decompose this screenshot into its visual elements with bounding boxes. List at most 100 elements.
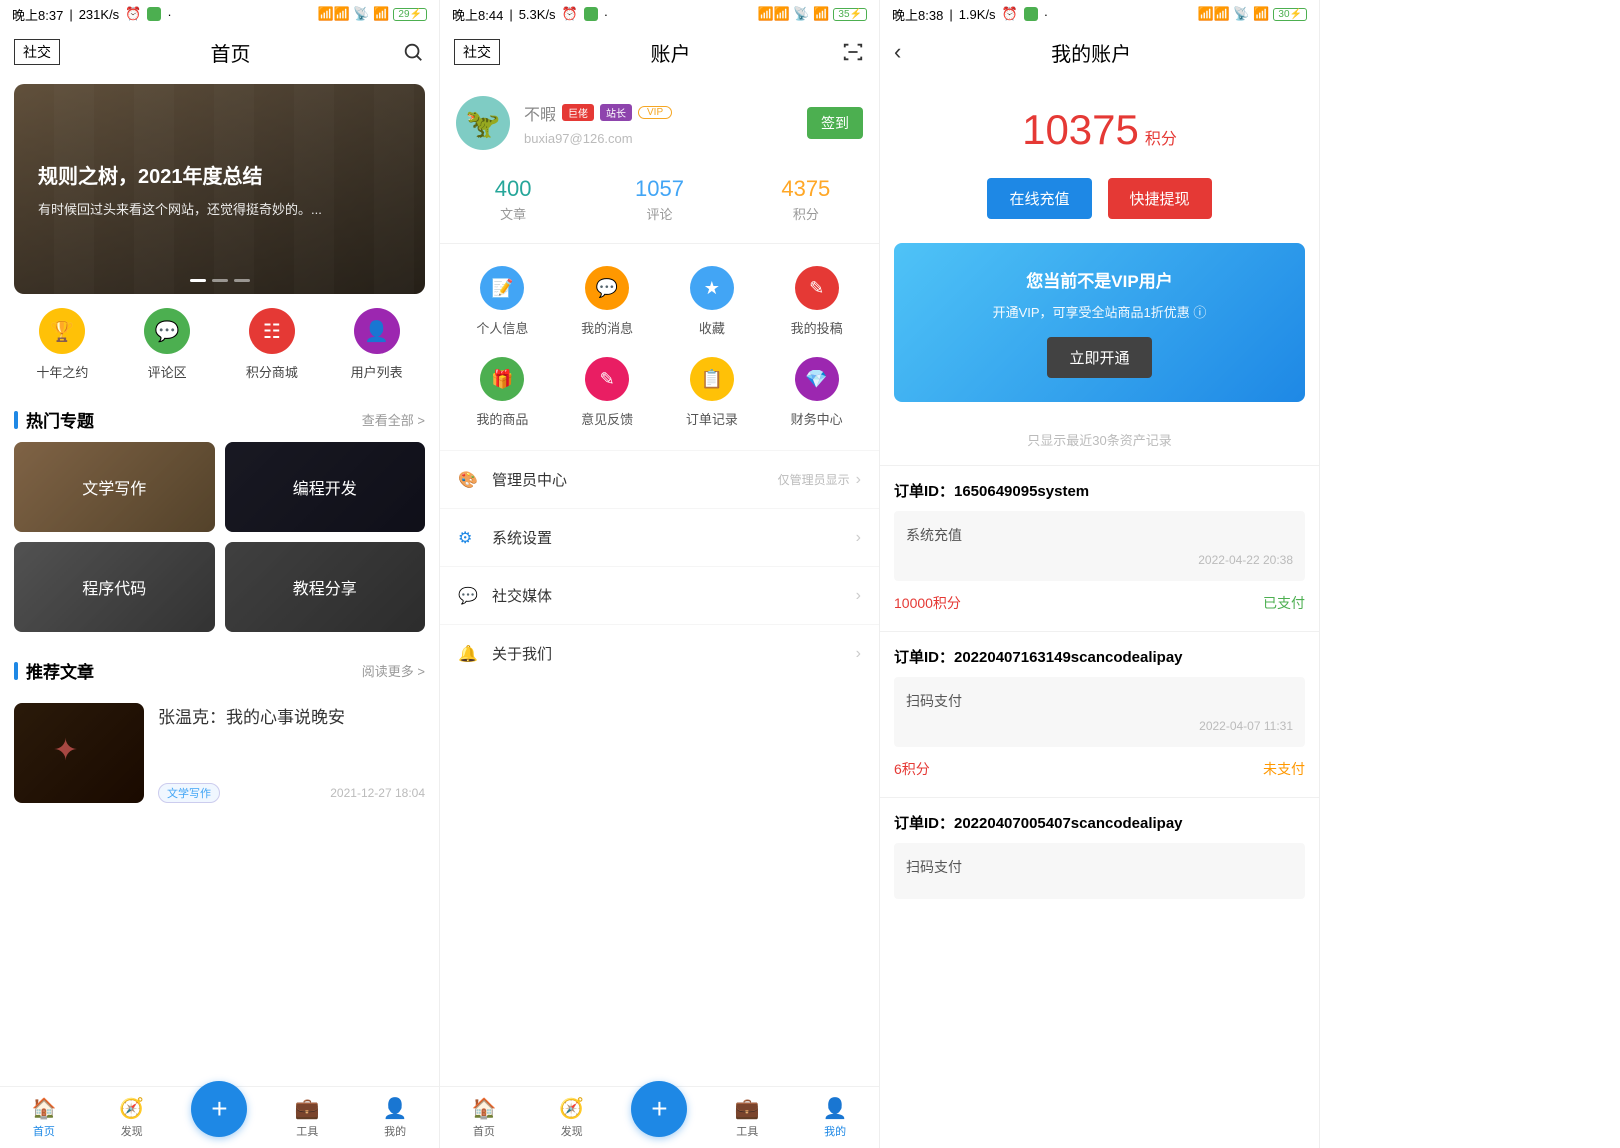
topic-literature[interactable]: 文学写作	[14, 442, 215, 532]
social-tag[interactable]: 社交	[454, 39, 500, 65]
diamond-icon: 💎	[795, 357, 839, 401]
battery-icon: 30⚡	[1273, 8, 1307, 21]
article-item[interactable]: 张温克：我的心事说晚安 文学写作 2021-12-27 18:04	[0, 693, 439, 803]
action-favorites[interactable]: ★收藏	[660, 266, 765, 337]
home-icon: 🏠	[471, 1096, 496, 1121]
stat-articles[interactable]: 400文章	[440, 176, 586, 223]
topic-code[interactable]: 程序代码	[14, 542, 215, 632]
chat-icon: 💬	[144, 308, 190, 354]
app-icon	[1024, 7, 1038, 21]
edit-icon: 📝	[480, 266, 524, 310]
chevron-right-icon: ›	[856, 471, 861, 489]
chevron-right-icon: ›	[856, 529, 861, 547]
plus-icon: +	[191, 1081, 247, 1137]
star-icon: ★	[690, 266, 734, 310]
stat-comments[interactable]: 1057评论	[586, 176, 732, 223]
recharge-button[interactable]: 在线充值	[987, 178, 1091, 219]
order-id: 订单ID：1650649095system	[894, 466, 1305, 511]
list-settings[interactable]: ⚙系统设置›	[440, 508, 879, 566]
vip-open-button[interactable]: 立即开通	[1047, 337, 1151, 378]
tab-tools[interactable]: 💼工具	[263, 1087, 351, 1148]
app-icon	[147, 7, 161, 21]
pencil-icon: ✎	[795, 266, 839, 310]
scan-icon[interactable]	[841, 40, 865, 64]
list-social[interactable]: 💬社交媒体›	[440, 566, 879, 624]
gift-icon: 🎁	[480, 357, 524, 401]
bottom-nav: 🏠首页 🧭发现 + 💼工具 👤我的	[440, 1086, 879, 1148]
status-time: 晚上8:37	[12, 5, 63, 24]
order-item[interactable]: 订单ID：1650649095system 系统充值2022-04-22 20:…	[880, 465, 1319, 631]
banner-card[interactable]: 规则之树，2021年度总结 有时候回过头来看这个网站，还觉得挺奇妙的。...	[14, 84, 425, 294]
stat-points[interactable]: 4375积分	[733, 176, 879, 223]
tab-tools[interactable]: 💼工具	[703, 1087, 791, 1148]
nav-comments[interactable]: 💬评论区	[115, 308, 220, 381]
articles-more[interactable]: 阅读更多 >	[362, 661, 425, 680]
chevron-right-icon: ›	[856, 587, 861, 605]
points-unit: 积分	[1145, 131, 1177, 148]
list-admin[interactable]: 🎨管理员中心仅管理员显示›	[440, 450, 879, 508]
status-speed: 1.9K/s	[959, 7, 996, 22]
person-icon: 👤	[383, 1096, 408, 1121]
action-orders[interactable]: 📋订单记录	[660, 357, 765, 428]
article-tag: 文学写作	[158, 783, 220, 803]
article-date: 2021-12-27 18:04	[330, 786, 425, 800]
tab-discover[interactable]: 🧭发现	[528, 1087, 616, 1148]
home-icon: 🏠	[31, 1096, 56, 1121]
social-tag[interactable]: 社交	[14, 39, 60, 65]
nav-ten-year[interactable]: 🏆十年之约	[10, 308, 115, 381]
action-profile[interactable]: 📝个人信息	[450, 266, 555, 337]
status-speed: 5.3K/s	[519, 7, 556, 22]
articles-title: 推荐文章	[14, 658, 94, 683]
nav-users[interactable]: 👤用户列表	[324, 308, 429, 381]
my-account-screen: 晚上8:38 | 1.9K/s ⏰ · 📶📶 📡 📶 30⚡ ‹ 我的账户 10…	[880, 0, 1320, 1148]
tab-mine[interactable]: 👤我的	[351, 1087, 439, 1148]
topic-tutorial[interactable]: 教程分享	[225, 542, 426, 632]
tab-add[interactable]: +	[176, 1087, 264, 1148]
tab-mine[interactable]: 👤我的	[791, 1087, 879, 1148]
chat-icon: 💬	[458, 586, 478, 606]
vip-subtitle: 开通VIP，可享受全站商品1折优惠 ⓘ	[910, 302, 1289, 321]
order-item[interactable]: 订单ID：20220407005407scancodealipay 扫码支付	[880, 797, 1319, 913]
compass-icon: 🧭	[559, 1096, 584, 1121]
action-finance[interactable]: 💎财务中心	[764, 357, 869, 428]
topic-coding[interactable]: 编程开发	[225, 442, 426, 532]
page-title: 首页	[211, 38, 251, 67]
tab-add[interactable]: +	[616, 1087, 704, 1148]
withdraw-button[interactable]: 快捷提现	[1108, 178, 1212, 219]
briefcase-icon: 💼	[735, 1096, 760, 1121]
tab-home[interactable]: 🏠首页	[440, 1087, 528, 1148]
message-icon: 💬	[585, 266, 629, 310]
banner-dots	[190, 279, 250, 282]
briefcase-icon: 💼	[295, 1096, 320, 1121]
badge-vip: VIP	[638, 106, 672, 119]
nav-grid: 🏆十年之约 💬评论区 ☷积分商城 👤用户列表	[0, 294, 439, 397]
home-screen: 晚上8:37 | 231K/s ⏰ · 📶📶 📡 📶 29⚡ 社交 首页 规则之…	[0, 0, 440, 1148]
points-display: 10375 积分	[880, 76, 1319, 164]
signal-icon: 📶📶 📡 📶	[317, 6, 389, 22]
back-button[interactable]: ‹	[894, 39, 901, 65]
nav-shop[interactable]: ☷积分商城	[220, 308, 325, 381]
status-bar: 晚上8:37 | 231K/s ⏰ · 📶📶 📡 📶 29⚡	[0, 0, 439, 28]
action-goods[interactable]: 🎁我的商品	[450, 357, 555, 428]
action-messages[interactable]: 💬我的消息	[555, 266, 660, 337]
profile-head: 🦖 不暇 巨佬 站长 VIP buxia97@126.com 签到	[440, 76, 879, 170]
feedback-icon: ✎	[585, 357, 629, 401]
action-feedback[interactable]: ✎意见反馈	[555, 357, 660, 428]
order-id: 订单ID：20220407005407scancodealipay	[894, 798, 1305, 843]
header: ‹ 我的账户	[880, 28, 1319, 76]
alarm-icon: ⏰	[562, 6, 578, 22]
topics-more[interactable]: 查看全部 >	[362, 410, 425, 429]
order-item[interactable]: 订单ID：20220407163149scancodealipay 扫码支付20…	[880, 631, 1319, 797]
alarm-icon: ⏰	[125, 6, 141, 22]
chevron-right-icon: ›	[856, 645, 861, 663]
avatar[interactable]: 🦖	[456, 96, 510, 150]
tab-home[interactable]: 🏠首页	[0, 1087, 88, 1148]
tab-discover[interactable]: 🧭发现	[88, 1087, 176, 1148]
checkin-button[interactable]: 签到	[807, 107, 863, 139]
search-icon[interactable]	[401, 40, 425, 64]
signal-icon: 📶📶 📡 📶	[757, 6, 829, 22]
gear-icon: ⚙	[458, 528, 478, 548]
list-about[interactable]: 🔔关于我们›	[440, 624, 879, 682]
action-submit[interactable]: ✎我的投稿	[764, 266, 869, 337]
points-value: 10375	[1022, 106, 1139, 153]
